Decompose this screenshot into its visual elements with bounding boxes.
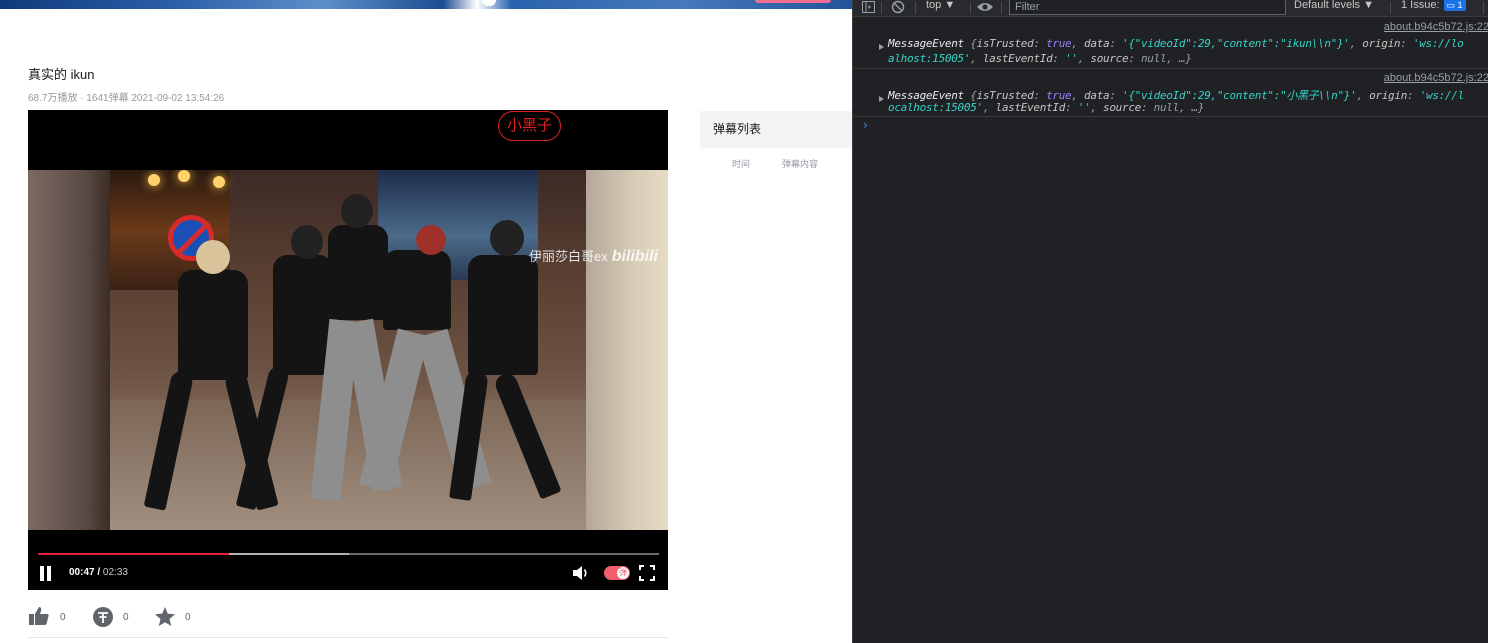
coin-count: 0 [123,612,129,623]
like-button[interactable]: 0 [28,604,78,632]
bilibili-logo: bilibili [611,248,658,265]
favorite-count: 0 [185,612,191,623]
web-page: 真实的 ikun 68.7万播放 · 1641弹幕 2021-09-02 13:… [0,0,852,643]
danmaku-list-panel: 弹幕列表 时间 弹幕内容 [700,111,852,179]
log-line-2: alhost:15005', lastEventId: '', source: … [888,52,1192,65]
console-prompt[interactable]: › [863,118,868,132]
header-banner [0,0,852,9]
console-log-entry[interactable]: about.b94c5b72.js:22 MessageEvent {isTru… [853,69,1488,117]
clear-console-icon[interactable] [890,0,906,15]
issues-counter[interactable]: 1 Issue: ▭ 1 [1401,0,1466,12]
like-count: 0 [60,612,66,623]
fullscreen-icon[interactable] [639,565,655,581]
volume-icon[interactable] [572,565,590,581]
danmaku-col-content: 弹幕内容 [782,159,819,169]
live-expression-eye-icon[interactable] [976,0,994,15]
console-filter-input[interactable] [1009,0,1286,15]
issues-badge: ▭ 1 [1443,0,1466,12]
log-line-1: MessageEvent {isTrusted: true, data: '{"… [888,37,1464,50]
video-meta: 68.7万播放 · 1641弹幕 2021-09-02 13:54:26 [28,93,225,104]
video-player[interactable]: 伊丽莎白哥ex bilibili 小黑子 00:47 / 02:33 弹 [28,110,668,590]
danmaku-toggle-label: 弹 [617,567,629,579]
star-icon [155,607,175,626]
pause-button[interactable] [38,565,54,582]
coin-button[interactable]: 0 [92,604,142,632]
danmaku-toggle[interactable]: 弹 [604,566,630,580]
progress-bar[interactable] [38,553,659,555]
video-title: 真实的 ikun [28,67,95,82]
coin-icon [93,607,113,627]
total-time: 02:33 [102,567,128,578]
devtools-console: top ▼ Default levels ▼ 1 Issue:▭ 1 about… [852,0,1488,643]
issues-label: 1 Issue: [1401,0,1440,11]
expand-triangle-icon[interactable] [879,44,884,50]
banner-logo-mark [482,0,496,6]
log-source-link[interactable]: about.b94c5b72.js:22 [1384,21,1488,33]
log-line-2: ocalhost:15005', lastEventId: '', source… [888,101,1205,114]
time-display: 00:47 / 02:33 [69,567,128,578]
danmaku-bubble: 小黑子 [498,111,562,141]
danmaku-col-time: 时间 [732,159,751,169]
expand-triangle-icon[interactable] [879,96,884,102]
progress-played [38,553,229,555]
video-frame: 伊丽莎白哥ex bilibili [28,170,668,530]
log-source-link[interactable]: about.b94c5b72.js:22 [1384,72,1488,84]
divider [28,637,668,638]
banner-login-button[interactable] [755,0,831,3]
thumbs-up-icon [29,607,49,625]
console-log-entry[interactable]: about.b94c5b72.js:22 MessageEvent {isTru… [853,18,1488,69]
context-selector[interactable]: top ▼ [926,0,955,11]
watermark-author: 伊丽莎白哥ex [529,249,608,264]
log-levels-dropdown[interactable]: Default levels ▼ [1294,0,1374,11]
video-watermark: 伊丽莎白哥ex bilibili [529,246,658,266]
current-time: 00:47 / [69,567,101,578]
favorite-button[interactable]: 0 [154,604,204,632]
console-toolbar: top ▼ Default levels ▼ 1 Issue:▭ 1 [853,0,1488,17]
danmaku-list-title[interactable]: 弹幕列表 [700,111,852,148]
sidebar-toggle-icon[interactable] [861,0,877,15]
